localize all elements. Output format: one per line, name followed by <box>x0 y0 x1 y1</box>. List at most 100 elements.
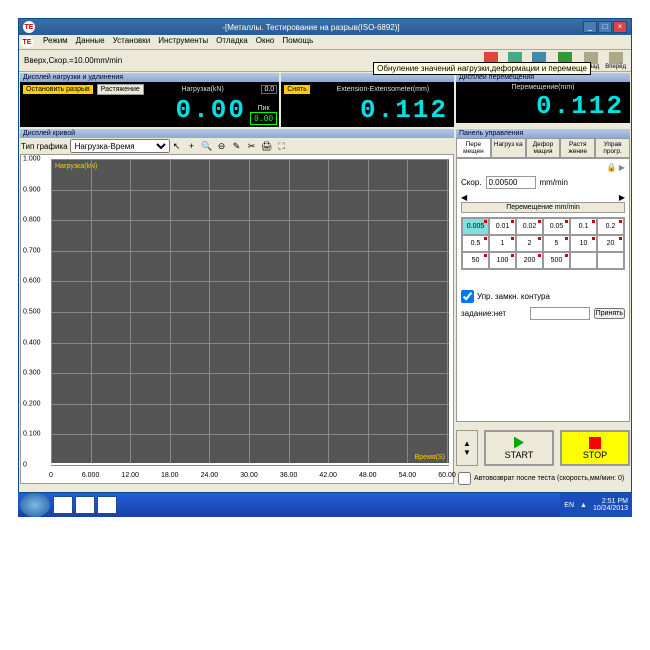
preset-200[interactable]: 200 <box>516 252 543 269</box>
preset-0.01[interactable]: 0.01 <box>489 218 516 235</box>
tab-program[interactable]: Управ прогр. <box>595 138 630 157</box>
speed-unit: mm/min <box>540 178 568 187</box>
preset-1[interactable]: 1 <box>489 235 516 252</box>
preset-title: Перемещение mm/min <box>461 202 625 213</box>
preset-0.1[interactable]: 0.1 <box>570 218 597 235</box>
window-title: -[Металлы. Тестирование на разрыв(ISO-68… <box>39 23 583 32</box>
ext-value: 0.112 <box>283 95 452 125</box>
preset-0.2[interactable]: 0.2 <box>597 218 624 235</box>
play-icon <box>514 437 524 449</box>
tab-load[interactable]: Нагруз ка <box>491 138 526 157</box>
menu-data[interactable]: Данные <box>76 36 105 48</box>
stop-button[interactable]: STOP <box>560 430 630 466</box>
lcd-ext-panel: Снять Extension-Extensometer(mm) 0.112 <box>281 82 454 127</box>
menu-tools[interactable]: Инструменты <box>158 36 208 48</box>
disp-value: 0.112 <box>458 91 628 121</box>
taskbar-app-3[interactable] <box>97 496 117 514</box>
clock-time: 2:51 PM <box>593 498 628 505</box>
btn-remove[interactable]: Снять <box>283 84 311 95</box>
preset-[interactable] <box>597 252 624 269</box>
menu-debug[interactable]: Отладка <box>216 36 248 48</box>
btn-tension[interactable]: Растяжение <box>97 84 144 95</box>
panel-title-control: Панель управления <box>456 129 630 138</box>
close-button[interactable]: × <box>613 21 627 33</box>
preset-0.05[interactable]: 0.05 <box>543 218 570 235</box>
start-button-win[interactable] <box>20 493 50 517</box>
taskbar: EN ▲ 2:51 PM 10/24/2013 <box>18 493 632 517</box>
graph-type-select[interactable]: Нагрузка-Время <box>70 139 170 153</box>
panel-title-load: Дисплей нагрузки и удлинения <box>20 73 279 82</box>
tab-displacement[interactable]: Пере мещен <box>456 138 491 157</box>
arrow-up-icon[interactable]: ▲ <box>463 439 471 448</box>
taskbar-app-1[interactable] <box>53 496 73 514</box>
minimize-button[interactable]: _ <box>583 21 597 33</box>
peak-label: Пик <box>258 105 270 112</box>
panel-title-graph: Дисплей кривой <box>20 129 454 138</box>
ext-label: Extension-Extensometer(mm) <box>314 86 452 93</box>
status-text: Вверх,Скор.=10.00mm/min <box>21 55 125 66</box>
xlabel: Время(S) <box>415 454 445 461</box>
taskbar-app-2[interactable] <box>75 496 95 514</box>
tool-crosshair-icon[interactable]: + <box>185 139 199 153</box>
menubar: TE Режим Данные Установки Инструменты От… <box>19 35 631 50</box>
preset-50[interactable]: 50 <box>462 252 489 269</box>
menu-window[interactable]: Окно <box>256 36 275 48</box>
preset-grid: 0.0050.010.020.050.10.2 0.51251020 5010020… <box>461 217 625 270</box>
lcd-disp-panel: Перемещение(mm) 0.112 <box>456 82 630 123</box>
menu-help[interactable]: Помощь <box>282 36 313 48</box>
closed-loop-label: Упр. замкн. контура <box>477 292 550 301</box>
tooltip: Обнуление значений нагрузки,деформации и… <box>373 62 591 75</box>
lcd-load-panel: Остановить разрыв Растяжение Нагрузка(kN… <box>20 82 279 127</box>
peak-value: 0.00 <box>250 112 277 125</box>
clock-date: 10/24/2013 <box>593 505 628 512</box>
tool-forward[interactable]: Вперёд <box>602 52 629 70</box>
tool-cut-icon[interactable]: ✂ <box>245 139 259 153</box>
load-value: 0.00 <box>22 95 250 125</box>
titlebar: TE -[Металлы. Тестирование на разрыв(ISO… <box>19 19 631 35</box>
tab-deform[interactable]: Дефор мация <box>526 138 561 157</box>
tray-icon[interactable]: ▲ <box>580 502 587 509</box>
graph-type-label: Тип графика <box>21 142 68 151</box>
lang-indicator[interactable]: EN <box>564 502 574 509</box>
tool-pointer-icon[interactable]: ↖ <box>170 139 184 153</box>
closed-loop-checkbox[interactable] <box>461 290 474 303</box>
play-small-icon[interactable]: ▶ <box>619 163 625 172</box>
preset-100[interactable]: 100 <box>489 252 516 269</box>
preset-500[interactable]: 500 <box>543 252 570 269</box>
maximize-button[interactable]: □ <box>598 21 612 33</box>
tab-stretch[interactable]: Растя жение <box>560 138 595 157</box>
arrow-down-icon[interactable]: ▼ <box>463 448 471 457</box>
auto-return-checkbox[interactable] <box>458 472 471 485</box>
preset-20[interactable]: 20 <box>597 235 624 252</box>
speed-input[interactable] <box>486 176 536 189</box>
preset-[interactable] <box>570 252 597 269</box>
tool-zoomout-icon[interactable]: ⊖ <box>215 139 229 153</box>
task-input[interactable] <box>530 307 590 320</box>
control-tabs: Пере мещен Нагруз ка Дефор мация Растя ж… <box>456 138 630 158</box>
tool-zoom-icon[interactable]: 🔍 <box>200 139 214 153</box>
app-icon-small: TE <box>21 36 33 48</box>
start-button[interactable]: START <box>484 430 554 466</box>
load-label: Нагрузка(kN) <box>147 86 259 93</box>
menu-settings[interactable]: Установки <box>113 36 151 48</box>
menu-mode[interactable]: Режим <box>43 36 68 48</box>
system-tray[interactable]: EN ▲ 2:51 PM 10/24/2013 <box>560 493 632 517</box>
tool-expand-icon[interactable]: ⛶ <box>275 139 289 153</box>
accept-button[interactable]: Принять <box>594 308 625 319</box>
preset-0.02[interactable]: 0.02 <box>516 218 543 235</box>
tool-print-icon[interactable]: 🖨 <box>260 139 274 153</box>
disp-label: Перемещение(mm) <box>458 84 628 91</box>
preset-0.005[interactable]: 0.005 <box>462 218 489 235</box>
btn-stop-break[interactable]: Остановить разрыв <box>22 84 94 95</box>
toolbar: Вверх,Скор.=10.00mm/min Тест Анализ Сбро… <box>19 50 631 72</box>
jog-buttons[interactable]: ▲ ▼ <box>456 430 478 466</box>
lock-icon[interactable]: 🔒 <box>607 163 617 172</box>
auto-return-label: Автовозврат после теста (скорость,мм/мин… <box>474 475 624 482</box>
preset-5[interactable]: 5 <box>543 235 570 252</box>
stop-icon <box>589 437 601 449</box>
preset-0.5[interactable]: 0.5 <box>462 235 489 252</box>
graph-area[interactable]: Нагрузка(kN) Время(S) 00.1000.2000.3000.… <box>20 154 454 484</box>
tool-pencil-icon[interactable]: ✎ <box>230 139 244 153</box>
preset-2[interactable]: 2 <box>516 235 543 252</box>
preset-10[interactable]: 10 <box>570 235 597 252</box>
